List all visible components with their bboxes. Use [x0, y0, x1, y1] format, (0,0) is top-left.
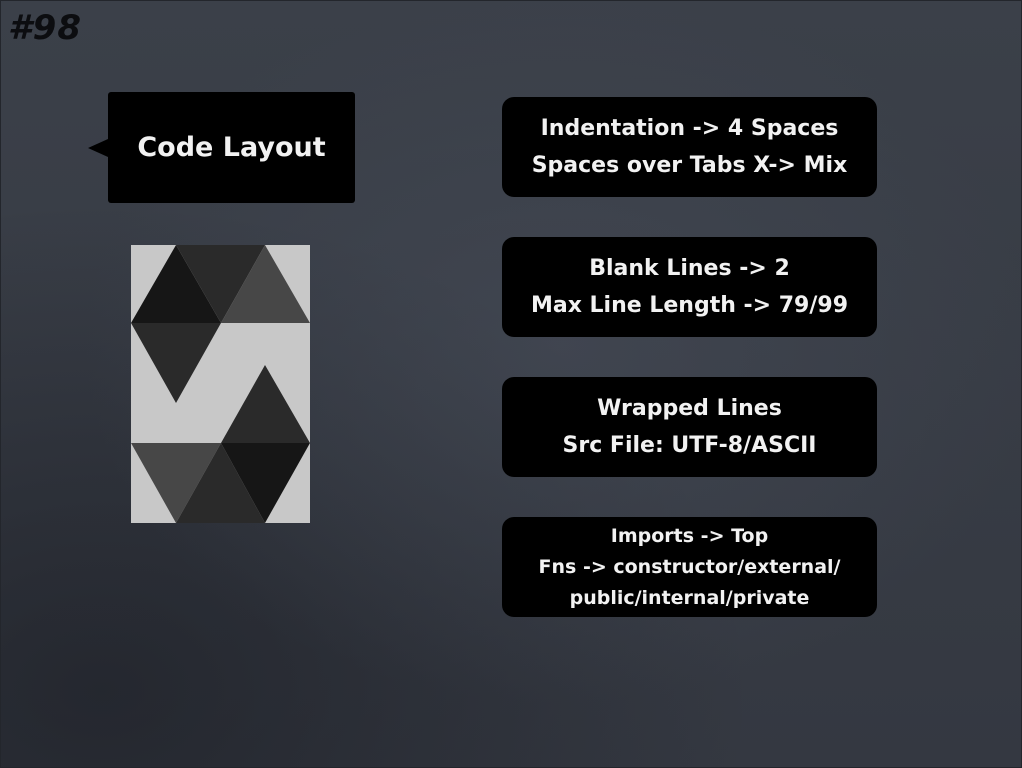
- info-line: Fns -> constructor/external/: [538, 555, 841, 578]
- info-line: Spaces over Tabs X-> Mix: [531, 153, 848, 178]
- info-line: Indentation -> 4 Spaces: [540, 116, 839, 141]
- info-line: Max Line Length -> 79/99: [530, 293, 849, 318]
- info-box-imports: Imports -> Top Fns -> constructor/extern…: [502, 517, 877, 617]
- slide-number: #98: [8, 8, 82, 48]
- info-line: Src File: UTF-8/ASCII: [562, 433, 817, 458]
- solidity-logo-icon: [131, 245, 310, 523]
- info-box-indentation: Indentation -> 4 Spaces Spaces over Tabs…: [502, 97, 877, 197]
- info-line: Wrapped Lines: [597, 396, 782, 421]
- info-box-wrapped-lines: Wrapped Lines Src File: UTF-8/ASCII: [502, 377, 877, 477]
- callout-title: Code Layout: [137, 132, 326, 163]
- info-box-blank-lines: Blank Lines -> 2 Max Line Length -> 79/9…: [502, 237, 877, 337]
- info-line: Imports -> Top: [610, 524, 769, 547]
- info-line: Blank Lines -> 2: [589, 256, 790, 281]
- solidity-logo-svg: [131, 245, 310, 523]
- info-line: public/internal/private: [569, 586, 810, 609]
- title-callout: Code Layout: [88, 92, 355, 203]
